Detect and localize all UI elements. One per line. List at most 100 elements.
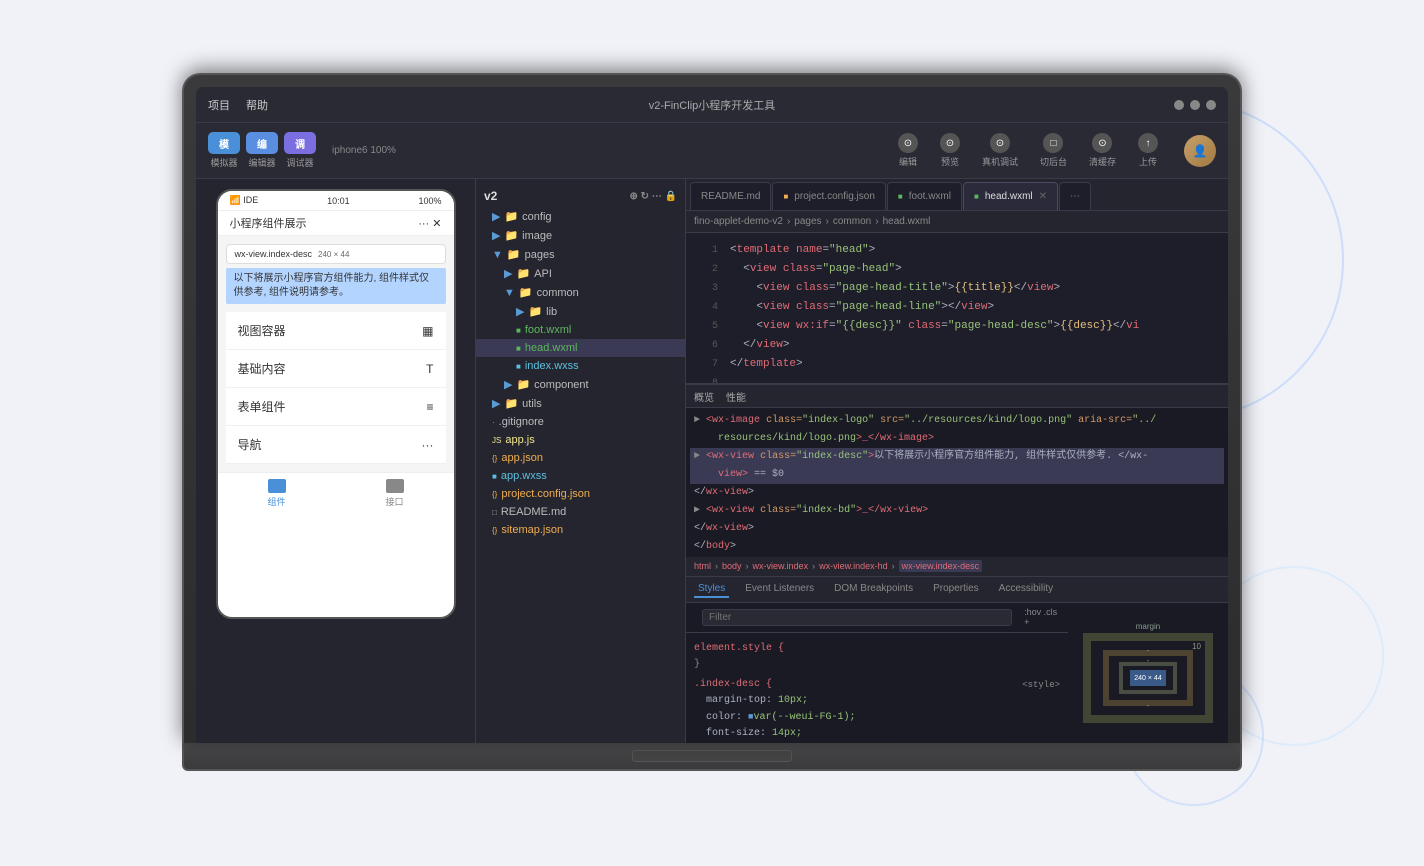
tree-item-project-config[interactable]: {} project.config.json: [476, 485, 685, 503]
tree-item-app-json[interactable]: {} app.json: [476, 449, 685, 467]
html-panel: ► <wx-image class="index-logo" src="../r…: [686, 408, 1228, 743]
toolbar: 模 模拟器 编 编辑器 调 调试器 iphone6 100%: [196, 123, 1228, 179]
box-margin-top-num: 10: [1192, 642, 1201, 651]
tree-item-app-js[interactable]: JS app.js: [476, 431, 685, 449]
styles-tab-styles[interactable]: Styles: [694, 581, 729, 598]
minimize-button[interactable]: [1174, 100, 1184, 110]
simulator-label: 模拟器: [210, 156, 237, 169]
breadcrumb-sep: ›: [787, 216, 790, 227]
edit-label: 编辑: [899, 155, 917, 168]
root-name: v2: [484, 189, 497, 203]
main-content: 📶 IDE 10:01 100% 小程序组件展示 ··· ✕: [196, 179, 1228, 743]
file-label: head.wxml: [525, 342, 578, 354]
tab-head-wxml[interactable]: ■ head.wxml ✕: [963, 182, 1058, 210]
menu-project[interactable]: 项目: [208, 97, 230, 113]
tab-readme[interactable]: README.md: [690, 182, 771, 210]
trackpad: [632, 750, 792, 762]
menu-item-form[interactable]: 表单组件 ≡: [226, 388, 446, 426]
menu-item-basic-content[interactable]: 基础内容 T: [226, 350, 446, 388]
tree-item-lib[interactable]: ▶ 📁 lib: [476, 302, 685, 321]
devtools-tab-console[interactable]: 性能: [726, 389, 746, 404]
styles-tab-accessibility[interactable]: Accessibility: [995, 581, 1057, 598]
phone-more-icon[interactable]: ··· ✕: [418, 217, 441, 230]
box-model: margin 10 - -: [1068, 603, 1228, 744]
phone-content: wx-view.index-desc 240 × 44 以下将展示小程序官方组件…: [218, 236, 454, 472]
tree-item-pages[interactable]: ▼ 📁 pages: [476, 245, 685, 264]
phone-signal: 📶 IDE: [230, 195, 259, 206]
menu-bar: 项目 帮助: [208, 97, 268, 113]
styles-and-box: :hov .cls + element.style { }: [686, 603, 1228, 744]
tree-item-gitignore[interactable]: · .gitignore: [476, 413, 685, 431]
close-button[interactable]: [1206, 100, 1216, 110]
debug-icon: 调: [284, 132, 316, 154]
tree-item-component[interactable]: ▶ 📁 component: [476, 375, 685, 394]
html-line-3: ► <wx-view class="index-desc">以下将展示小程序官方…: [690, 448, 1224, 466]
wxml-tab-icon: ■: [898, 192, 903, 201]
action-background[interactable]: □ 切后台: [1030, 129, 1077, 172]
styles-tab-dom-breakpoints[interactable]: DOM Breakpoints: [830, 581, 917, 598]
api-nav-label: 接口: [385, 495, 403, 508]
file-label: project.config.json: [501, 488, 590, 500]
menu-item-nav[interactable]: 导航 ···: [226, 426, 446, 464]
tree-item-foot-wxml[interactable]: ■ foot.wxml: [476, 321, 685, 339]
styles-tab-events[interactable]: Event Listeners: [741, 581, 818, 598]
tree-item-config[interactable]: ▶ 📁 config: [476, 207, 685, 226]
upload-icon: ↑: [1138, 133, 1158, 153]
menu-item-view-container[interactable]: 视图容器 ▦: [226, 312, 446, 350]
html-view[interactable]: ► <wx-image class="index-logo" src="../r…: [686, 408, 1228, 557]
wxss-indicator: ■: [516, 362, 521, 371]
tab-foot-wxml[interactable]: ■ foot.wxml: [887, 182, 962, 210]
action-upload[interactable]: ↑ 上传: [1128, 129, 1168, 172]
tree-item-image[interactable]: ▶ 📁 image: [476, 226, 685, 245]
folder-indicator: 📁: [504, 210, 518, 223]
basic-content-label: 基础内容: [238, 360, 286, 377]
editor-button[interactable]: 编 编辑器: [246, 132, 278, 169]
laptop-lid: 项目 帮助 v2-FinClip小程序开发工具 模: [182, 73, 1242, 743]
folder-label: config: [522, 211, 551, 223]
tab-close-icon[interactable]: ✕: [1039, 191, 1047, 202]
user-avatar[interactable]: 👤: [1184, 135, 1216, 167]
clear-cache-icon: ⊙: [1092, 133, 1112, 153]
nav-label: 导航: [238, 436, 262, 453]
ide-app: 项目 帮助 v2-FinClip小程序开发工具 模: [196, 87, 1228, 743]
tab-more[interactable]: ⋯: [1059, 182, 1091, 210]
box-margin: 10 - - 240 × 44: [1083, 633, 1213, 723]
folder-indicator: 📁: [528, 305, 542, 318]
tree-item-common[interactable]: ▼ 📁 common: [476, 283, 685, 302]
maximize-button[interactable]: [1190, 100, 1200, 110]
nav-component[interactable]: 组件: [218, 479, 336, 508]
debug-button[interactable]: 调 调试器: [284, 132, 316, 169]
tree-item-sitemap[interactable]: {} sitemap.json: [476, 521, 685, 539]
filter-input[interactable]: [702, 609, 1012, 626]
action-real-debug[interactable]: ⊙ 真机调试: [972, 129, 1028, 172]
elem-wx-view-hd: wx-view.index-hd: [819, 561, 888, 571]
styles-content: :hov .cls + element.style { }: [686, 603, 1068, 744]
tree-item-readme[interactable]: □ README.md: [476, 503, 685, 521]
pseudo-filter[interactable]: :hov .cls +: [1024, 607, 1060, 627]
background-label: 切后台: [1040, 155, 1067, 168]
preview-label: 预览: [941, 155, 959, 168]
nav-icon: ···: [422, 438, 434, 452]
nav-api[interactable]: 接口: [336, 479, 454, 508]
code-editor: README.md ■ project.config.json ■ foot.w…: [686, 179, 1228, 743]
action-clear-cache[interactable]: ⊙ 清缓存: [1079, 129, 1126, 172]
style-rule-index-desc: .index-desc { <style> margin-top: 10px; …: [694, 677, 1060, 744]
tree-item-app-wxss[interactable]: ■ app.wxss: [476, 467, 685, 485]
simulator-button[interactable]: 模 模拟器: [208, 132, 240, 169]
tree-item-index-wxss[interactable]: ■ index.wxss: [476, 357, 685, 375]
code-line-3: 3 <view class="page-head-title">{{title}…: [686, 279, 1228, 298]
action-edit[interactable]: ⊙ 编辑: [888, 129, 928, 172]
tooltip-size: 240 × 44: [318, 250, 349, 259]
tab-project-config[interactable]: ■ project.config.json: [772, 182, 885, 210]
file-tree-actions: ⊕ ↻ ⋯ 🔒: [629, 191, 677, 202]
tree-item-utils[interactable]: ▶ 📁 utils: [476, 394, 685, 413]
tree-item-api[interactable]: ▶ 📁 API: [476, 264, 685, 283]
box-border: - - 240 × 44 -: [1103, 650, 1193, 706]
styles-tab-properties[interactable]: Properties: [929, 581, 983, 598]
code-line-6: 6 </view>: [686, 336, 1228, 355]
menu-help[interactable]: 帮助: [246, 97, 268, 113]
action-preview[interactable]: ⊙ 预览: [930, 129, 970, 172]
devtools-tab-elements[interactable]: 概览: [694, 389, 714, 404]
code-area[interactable]: 1 <template name="head"> 2 <view class="…: [686, 233, 1228, 383]
tree-item-head-wxml[interactable]: ■ head.wxml: [476, 339, 685, 357]
